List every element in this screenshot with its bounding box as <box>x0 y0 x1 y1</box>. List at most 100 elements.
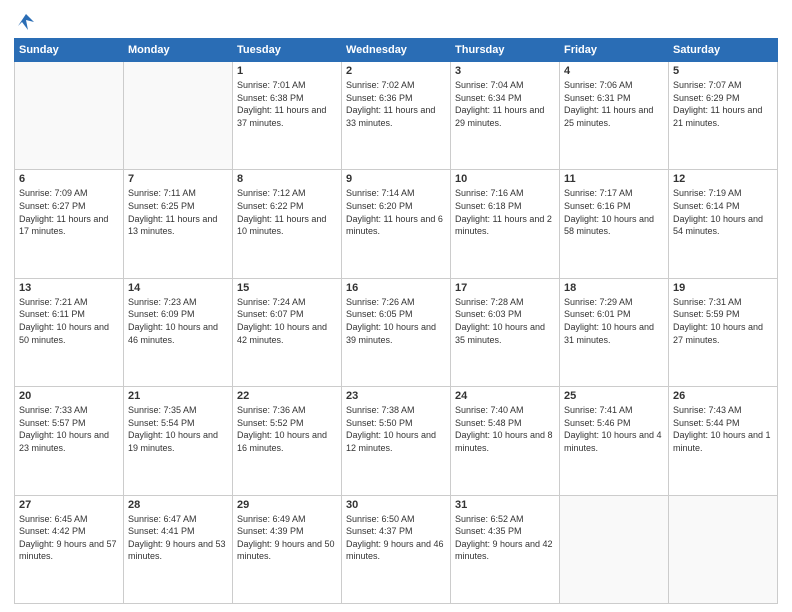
day-info: Sunrise: 7:26 AM Sunset: 6:05 PM Dayligh… <box>346 296 446 346</box>
calendar-week-row: 20 Sunrise: 7:33 AM Sunset: 5:57 PM Dayli… <box>15 387 778 495</box>
logo <box>14 12 36 32</box>
day-number: 25 <box>564 390 664 402</box>
weekday-header: Friday <box>560 39 669 62</box>
calendar-cell: 18 Sunrise: 7:29 AM Sunset: 6:01 PM Dayli… <box>560 278 669 386</box>
day-number: 24 <box>455 390 555 402</box>
weekday-header: Saturday <box>669 39 778 62</box>
day-number: 29 <box>237 499 337 511</box>
calendar-cell: 12 Sunrise: 7:19 AM Sunset: 6:14 PM Dayli… <box>669 170 778 278</box>
day-number: 27 <box>19 499 119 511</box>
calendar-cell: 5Sunrise: 7:07 AM Sunset: 6:29 PM Daylig… <box>669 62 778 170</box>
calendar-cell: 21 Sunrise: 7:35 AM Sunset: 5:54 PM Dayli… <box>124 387 233 495</box>
day-number: 8 <box>237 173 337 185</box>
calendar-cell: 8 Sunrise: 7:12 AM Sunset: 6:22 PM Daylig… <box>233 170 342 278</box>
day-info: Sunrise: 6:49 AM Sunset: 4:39 PM Dayligh… <box>237 513 337 563</box>
calendar-cell: 10 Sunrise: 7:16 AM Sunset: 6:18 PM Dayli… <box>451 170 560 278</box>
calendar-cell: 14 Sunrise: 7:23 AM Sunset: 6:09 PM Dayli… <box>124 278 233 386</box>
calendar-cell: 24 Sunrise: 7:40 AM Sunset: 5:48 PM Dayli… <box>451 387 560 495</box>
calendar-table: SundayMondayTuesdayWednesdayThursdayFrid… <box>14 38 778 604</box>
day-info: Sunrise: 7:36 AM Sunset: 5:52 PM Dayligh… <box>237 404 337 454</box>
day-number: 19 <box>673 282 773 294</box>
day-number: 9 <box>346 173 446 185</box>
day-number: 12 <box>673 173 773 185</box>
day-number: 17 <box>455 282 555 294</box>
day-number: 20 <box>19 390 119 402</box>
day-info: Sunrise: 7:14 AM Sunset: 6:20 PM Dayligh… <box>346 187 446 237</box>
weekday-header: Tuesday <box>233 39 342 62</box>
calendar-cell: 27Sunrise: 6:45 AM Sunset: 4:42 PM Dayli… <box>15 495 124 603</box>
calendar-cell: 9 Sunrise: 7:14 AM Sunset: 6:20 PM Daylig… <box>342 170 451 278</box>
day-info: Sunrise: 7:43 AM Sunset: 5:44 PM Dayligh… <box>673 404 773 454</box>
day-number: 3 <box>455 65 555 77</box>
calendar-cell: 19 Sunrise: 7:31 AM Sunset: 5:59 PM Dayli… <box>669 278 778 386</box>
day-info: Sunrise: 6:52 AM Sunset: 4:35 PM Dayligh… <box>455 513 555 563</box>
day-number: 31 <box>455 499 555 511</box>
calendar-cell: 15Sunrise: 7:24 AM Sunset: 6:07 PM Dayli… <box>233 278 342 386</box>
day-info: Sunrise: 7:19 AM Sunset: 6:14 PM Dayligh… <box>673 187 773 237</box>
calendar-header-row: SundayMondayTuesdayWednesdayThursdayFrid… <box>15 39 778 62</box>
day-info: Sunrise: 7:35 AM Sunset: 5:54 PM Dayligh… <box>128 404 228 454</box>
calendar-cell: 2 Sunrise: 7:02 AM Sunset: 6:36 PM Daylig… <box>342 62 451 170</box>
day-number: 11 <box>564 173 664 185</box>
calendar-cell: 1Sunrise: 7:01 AM Sunset: 6:38 PM Daylig… <box>233 62 342 170</box>
day-info: Sunrise: 7:12 AM Sunset: 6:22 PM Dayligh… <box>237 187 337 237</box>
day-info: Sunrise: 7:23 AM Sunset: 6:09 PM Dayligh… <box>128 296 228 346</box>
day-info: Sunrise: 7:07 AM Sunset: 6:29 PM Dayligh… <box>673 79 773 129</box>
calendar-cell: 4Sunrise: 7:06 AM Sunset: 6:31 PM Daylig… <box>560 62 669 170</box>
calendar-week-row: 27Sunrise: 6:45 AM Sunset: 4:42 PM Dayli… <box>15 495 778 603</box>
day-info: Sunrise: 7:16 AM Sunset: 6:18 PM Dayligh… <box>455 187 555 237</box>
day-number: 23 <box>346 390 446 402</box>
day-number: 10 <box>455 173 555 185</box>
day-number: 6 <box>19 173 119 185</box>
calendar-cell: 25 Sunrise: 7:41 AM Sunset: 5:46 PM Dayli… <box>560 387 669 495</box>
day-info: Sunrise: 7:28 AM Sunset: 6:03 PM Dayligh… <box>455 296 555 346</box>
day-info: Sunrise: 7:21 AM Sunset: 6:11 PM Dayligh… <box>19 296 119 346</box>
day-info: Sunrise: 7:40 AM Sunset: 5:48 PM Dayligh… <box>455 404 555 454</box>
day-number: 13 <box>19 282 119 294</box>
calendar-cell <box>560 495 669 603</box>
calendar-cell: 29 Sunrise: 6:49 AM Sunset: 4:39 PM Dayli… <box>233 495 342 603</box>
calendar-week-row: 6 Sunrise: 7:09 AM Sunset: 6:27 PM Daylig… <box>15 170 778 278</box>
calendar-cell <box>669 495 778 603</box>
day-number: 14 <box>128 282 228 294</box>
day-info: Sunrise: 7:31 AM Sunset: 5:59 PM Dayligh… <box>673 296 773 346</box>
day-number: 2 <box>346 65 446 77</box>
calendar-cell: 13 Sunrise: 7:21 AM Sunset: 6:11 PM Dayli… <box>15 278 124 386</box>
day-info: Sunrise: 7:29 AM Sunset: 6:01 PM Dayligh… <box>564 296 664 346</box>
day-info: Sunrise: 7:01 AM Sunset: 6:38 PM Dayligh… <box>237 79 337 129</box>
day-info: Sunrise: 7:02 AM Sunset: 6:36 PM Dayligh… <box>346 79 446 129</box>
day-info: Sunrise: 7:33 AM Sunset: 5:57 PM Dayligh… <box>19 404 119 454</box>
day-number: 26 <box>673 390 773 402</box>
weekday-header: Wednesday <box>342 39 451 62</box>
day-number: 22 <box>237 390 337 402</box>
calendar-cell: 28 Sunrise: 6:47 AM Sunset: 4:41 PM Dayli… <box>124 495 233 603</box>
weekday-header: Thursday <box>451 39 560 62</box>
day-number: 18 <box>564 282 664 294</box>
day-number: 21 <box>128 390 228 402</box>
calendar-cell: 22 Sunrise: 7:36 AM Sunset: 5:52 PM Dayli… <box>233 387 342 495</box>
weekday-header: Sunday <box>15 39 124 62</box>
calendar-cell: 20 Sunrise: 7:33 AM Sunset: 5:57 PM Dayli… <box>15 387 124 495</box>
day-number: 7 <box>128 173 228 185</box>
day-info: Sunrise: 7:09 AM Sunset: 6:27 PM Dayligh… <box>19 187 119 237</box>
calendar-week-row: 13 Sunrise: 7:21 AM Sunset: 6:11 PM Dayli… <box>15 278 778 386</box>
calendar-cell: 17 Sunrise: 7:28 AM Sunset: 6:03 PM Dayli… <box>451 278 560 386</box>
day-info: Sunrise: 7:41 AM Sunset: 5:46 PM Dayligh… <box>564 404 664 454</box>
day-number: 28 <box>128 499 228 511</box>
calendar-cell: 30Sunrise: 6:50 AM Sunset: 4:37 PM Dayli… <box>342 495 451 603</box>
day-info: Sunrise: 7:17 AM Sunset: 6:16 PM Dayligh… <box>564 187 664 237</box>
day-info: Sunrise: 7:38 AM Sunset: 5:50 PM Dayligh… <box>346 404 446 454</box>
day-info: Sunrise: 6:47 AM Sunset: 4:41 PM Dayligh… <box>128 513 228 563</box>
day-info: Sunrise: 7:11 AM Sunset: 6:25 PM Dayligh… <box>128 187 228 237</box>
calendar-cell: 7 Sunrise: 7:11 AM Sunset: 6:25 PM Daylig… <box>124 170 233 278</box>
calendar-cell: 3 Sunrise: 7:04 AM Sunset: 6:34 PM Daylig… <box>451 62 560 170</box>
calendar-cell: 31 Sunrise: 6:52 AM Sunset: 4:35 PM Dayli… <box>451 495 560 603</box>
day-info: Sunrise: 7:04 AM Sunset: 6:34 PM Dayligh… <box>455 79 555 129</box>
calendar-cell: 23 Sunrise: 7:38 AM Sunset: 5:50 PM Dayli… <box>342 387 451 495</box>
day-number: 16 <box>346 282 446 294</box>
day-number: 15 <box>237 282 337 294</box>
logo-bird-icon <box>16 12 36 32</box>
day-info: Sunrise: 7:06 AM Sunset: 6:31 PM Dayligh… <box>564 79 664 129</box>
weekday-header: Monday <box>124 39 233 62</box>
calendar-cell: 16 Sunrise: 7:26 AM Sunset: 6:05 PM Dayli… <box>342 278 451 386</box>
